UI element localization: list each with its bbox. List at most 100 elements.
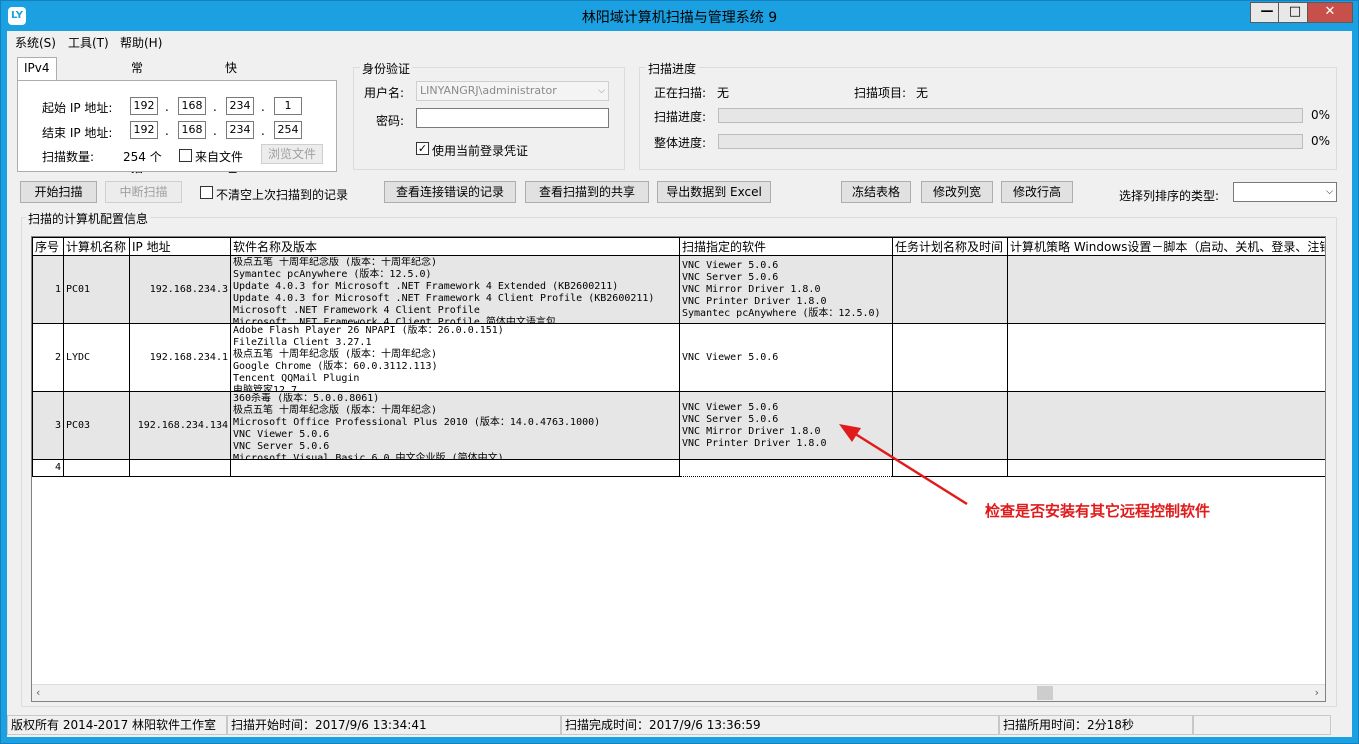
username-combo[interactable]: LINYANGRJ\administrator ⌵ <box>416 81 609 101</box>
column-header[interactable]: 计算机名称 <box>63 237 130 256</box>
policy-script-cell[interactable] <box>1007 323 1325 392</box>
start-scan-button[interactable]: 开始扫描 <box>20 181 97 203</box>
close-button[interactable]: ✕ <box>1307 2 1353 23</box>
end-ip-octet-4[interactable]: 254 <box>274 121 302 139</box>
column-header[interactable]: IP 地址 <box>129 237 231 256</box>
table-row[interactable]: 1 PC01 192.168.234.3 极点五笔 十周年纪念版 (版本：十周年纪念)… <box>32 255 1325 324</box>
end-ip-octet-3[interactable]: 234 <box>226 121 254 139</box>
export-excel-button[interactable]: 导出数据到 Excel <box>657 181 771 203</box>
stop-scan-button[interactable]: 中断扫描 <box>105 181 182 203</box>
status-extra <box>1193 715 1331 735</box>
scroll-left-icon[interactable]: ‹ <box>36 686 40 699</box>
software-line: Adobe Flash Player 26 NPAPI (版本：26.0.0.1… <box>233 324 504 336</box>
start-ip-octet-1[interactable]: 192 <box>130 97 158 115</box>
column-header[interactable]: 软件名称及版本 <box>230 237 680 256</box>
ip-cell[interactable] <box>129 459 231 477</box>
view-errors-button[interactable]: 查看连接错误的记录 <box>384 181 516 203</box>
computer-name-cell[interactable]: PC03 <box>63 391 130 460</box>
software-line: FileZilla Client 3.27.1 <box>233 336 372 348</box>
grid-group-label: 扫描的计算机配置信息 <box>26 210 151 227</box>
scan-item-value: 无 <box>916 86 929 100</box>
start-ip-octet-2[interactable]: 168 <box>178 97 206 115</box>
use-current-credentials-checkbox[interactable]: ✓ <box>416 142 429 155</box>
edit-column-width-button[interactable]: 修改列宽 <box>921 181 993 203</box>
browse-file-button[interactable]: 浏览文件 <box>261 144 323 164</box>
policy-script-cell[interactable] <box>1007 391 1325 460</box>
menu-tools[interactable]: 工具(T) <box>68 34 109 51</box>
end-ip-octet-1[interactable]: 192 <box>130 121 158 139</box>
software-line: Microsoft Visual Basic 6.0 中文企业版 (简体中文) <box>233 452 504 459</box>
specified-software-line: VNC Viewer 5.0.6 <box>682 401 779 413</box>
status-start-time: 扫描开始时间：2017/9/6 13:34:41 <box>227 715 561 735</box>
ip-cell[interactable]: 192.168.234.134 <box>129 391 231 460</box>
specified-software-cell[interactable]: VNC Viewer 5.0.6 VNC Server 5.0.6 VNC Mirr… <box>679 255 893 324</box>
edit-row-height-button[interactable]: 修改行高 <box>1001 181 1073 203</box>
software-list: 极点五笔 十周年纪念版 (版本：十周年纪念) Symantec pcAnywher… <box>233 257 677 323</box>
menu-system[interactable]: 系统(S) <box>15 34 56 51</box>
status-end-time: 扫描完成时间：2017/9/6 13:36:59 <box>561 715 999 735</box>
tab-quick-connect[interactable]: 快速连接管理 <box>219 58 243 175</box>
ip-cell[interactable]: 192.168.234.3 <box>129 255 231 324</box>
chevron-down-icon: ⌵ <box>1326 187 1333 197</box>
specified-software-line: Symantec pcAnywhere (版本：12.5.0) <box>682 307 881 319</box>
ip-separator: . <box>261 124 265 138</box>
horizontal-scrollbar[interactable]: ‹ › <box>32 684 1325 701</box>
table-row[interactable]: 3 PC03 192.168.234.134 360杀毒 (版本：5.0.0.8061… <box>32 391 1325 460</box>
username-label: 用户名: <box>364 86 405 100</box>
computer-name-cell[interactable] <box>63 459 130 477</box>
column-header[interactable]: 序号 <box>32 237 64 256</box>
task-schedule-cell[interactable] <box>892 255 1008 324</box>
policy-script-cell[interactable] <box>1007 459 1325 477</box>
auth-group: 身份验证 用户名: LINYANGRJ\administrator ⌵ 密码: … <box>353 60 625 170</box>
password-field[interactable] <box>416 108 609 128</box>
sort-type-select[interactable]: ⌵ <box>1233 182 1337 202</box>
scan-progress-bar <box>718 108 1303 123</box>
start-ip-octet-4[interactable]: 1 <box>274 97 302 115</box>
start-ip-octet-3[interactable]: 234 <box>226 97 254 115</box>
task-schedule-cell[interactable] <box>892 323 1008 392</box>
row-number-cell[interactable]: 1 <box>32 255 64 324</box>
column-header[interactable]: 扫描指定的软件 <box>679 237 893 256</box>
tab-ipv4-scan[interactable]: IPv4 地址段扫描 <box>17 57 57 135</box>
menu-help[interactable]: 帮助(H) <box>120 34 162 51</box>
software-line: 极点五笔 十周年纪念版 (版本：十周年纪念) <box>233 256 438 268</box>
view-shares-button[interactable]: 查看扫描到的共享 <box>525 181 649 203</box>
scan-progress-group: 扫描进度 正在扫描: 无 扫描项目: 无 扫描进度: 0% 整体进度: 0% <box>639 60 1337 170</box>
software-list: Adobe Flash Player 26 NPAPI (版本：26.0.0.1… <box>233 325 677 391</box>
scroll-right-icon[interactable]: › <box>1315 686 1319 699</box>
no-clear-checkbox[interactable] <box>200 186 213 199</box>
from-file-checkbox[interactable] <box>179 149 192 162</box>
specified-software-cell[interactable]: VNC Viewer 5.0.6 <box>679 323 893 392</box>
overall-progress-bar <box>718 134 1303 149</box>
software-cell[interactable]: Adobe Flash Player 26 NPAPI (版本：26.0.0.1… <box>230 323 680 392</box>
software-line: Tencent QQMail Plugin <box>233 372 360 384</box>
computer-name-cell[interactable]: PC01 <box>63 255 130 324</box>
freeze-table-button[interactable]: 冻结表格 <box>841 181 911 203</box>
software-line: Symantec pcAnywhere (版本：12.5.0) <box>233 268 432 280</box>
software-line: VNC Server 5.0.6 <box>233 440 330 452</box>
table-row[interactable]: 4 <box>32 459 1325 477</box>
software-line: Google Chrome (版本：60.0.3112.113) <box>233 360 438 372</box>
software-cell[interactable]: 极点五笔 十周年纪念版 (版本：十周年纪念) Symantec pcAnywher… <box>230 255 680 324</box>
username-value: LINYANGRJ\administrator <box>420 84 557 97</box>
config-grid[interactable]: 序号 计算机名称 IP 地址 软件名称及版本 扫描指定的软件 任务计划名称及时间… <box>31 236 1326 702</box>
policy-script-cell[interactable] <box>1007 255 1325 324</box>
software-line: Microsoft .NET Framework 4 Client Profil… <box>233 316 556 323</box>
computer-name-cell[interactable]: LYDC <box>63 323 130 392</box>
row-number-cell[interactable]: 3 <box>32 391 64 460</box>
row-number-cell[interactable]: 4 <box>32 459 64 477</box>
column-header[interactable]: 计算机策略 Windows设置－脚本（启动、关机、登录、注销 <box>1007 237 1325 256</box>
ip-cell[interactable]: 192.168.234.1 <box>129 323 231 392</box>
tab-common-hosts[interactable]: 常用主机扫描 <box>125 58 149 175</box>
column-header[interactable]: 任务计划名称及时间 <box>892 237 1008 256</box>
end-ip-octet-2[interactable]: 168 <box>178 121 206 139</box>
title-bar[interactable]: LY 林阳域计算机扫描与管理系统 9 — □ ✕ <box>1 1 1358 31</box>
software-cell[interactable]: 360杀毒 (版本：5.0.0.8061) 极点五笔 十周年纪念版 (版本：十周年… <box>230 391 680 460</box>
table-row[interactable]: 2 LYDC 192.168.234.1 Adobe Flash Player 26 … <box>32 323 1325 392</box>
software-cell[interactable] <box>230 459 680 477</box>
row-number-cell[interactable]: 2 <box>32 323 64 392</box>
from-file-label: 来自文件 <box>195 150 244 164</box>
scrollbar-thumb[interactable] <box>1037 686 1053 700</box>
specified-software-line: VNC Viewer 5.0.6 <box>682 351 779 363</box>
window-title: 林阳域计算机扫描与管理系统 9 <box>581 10 778 26</box>
